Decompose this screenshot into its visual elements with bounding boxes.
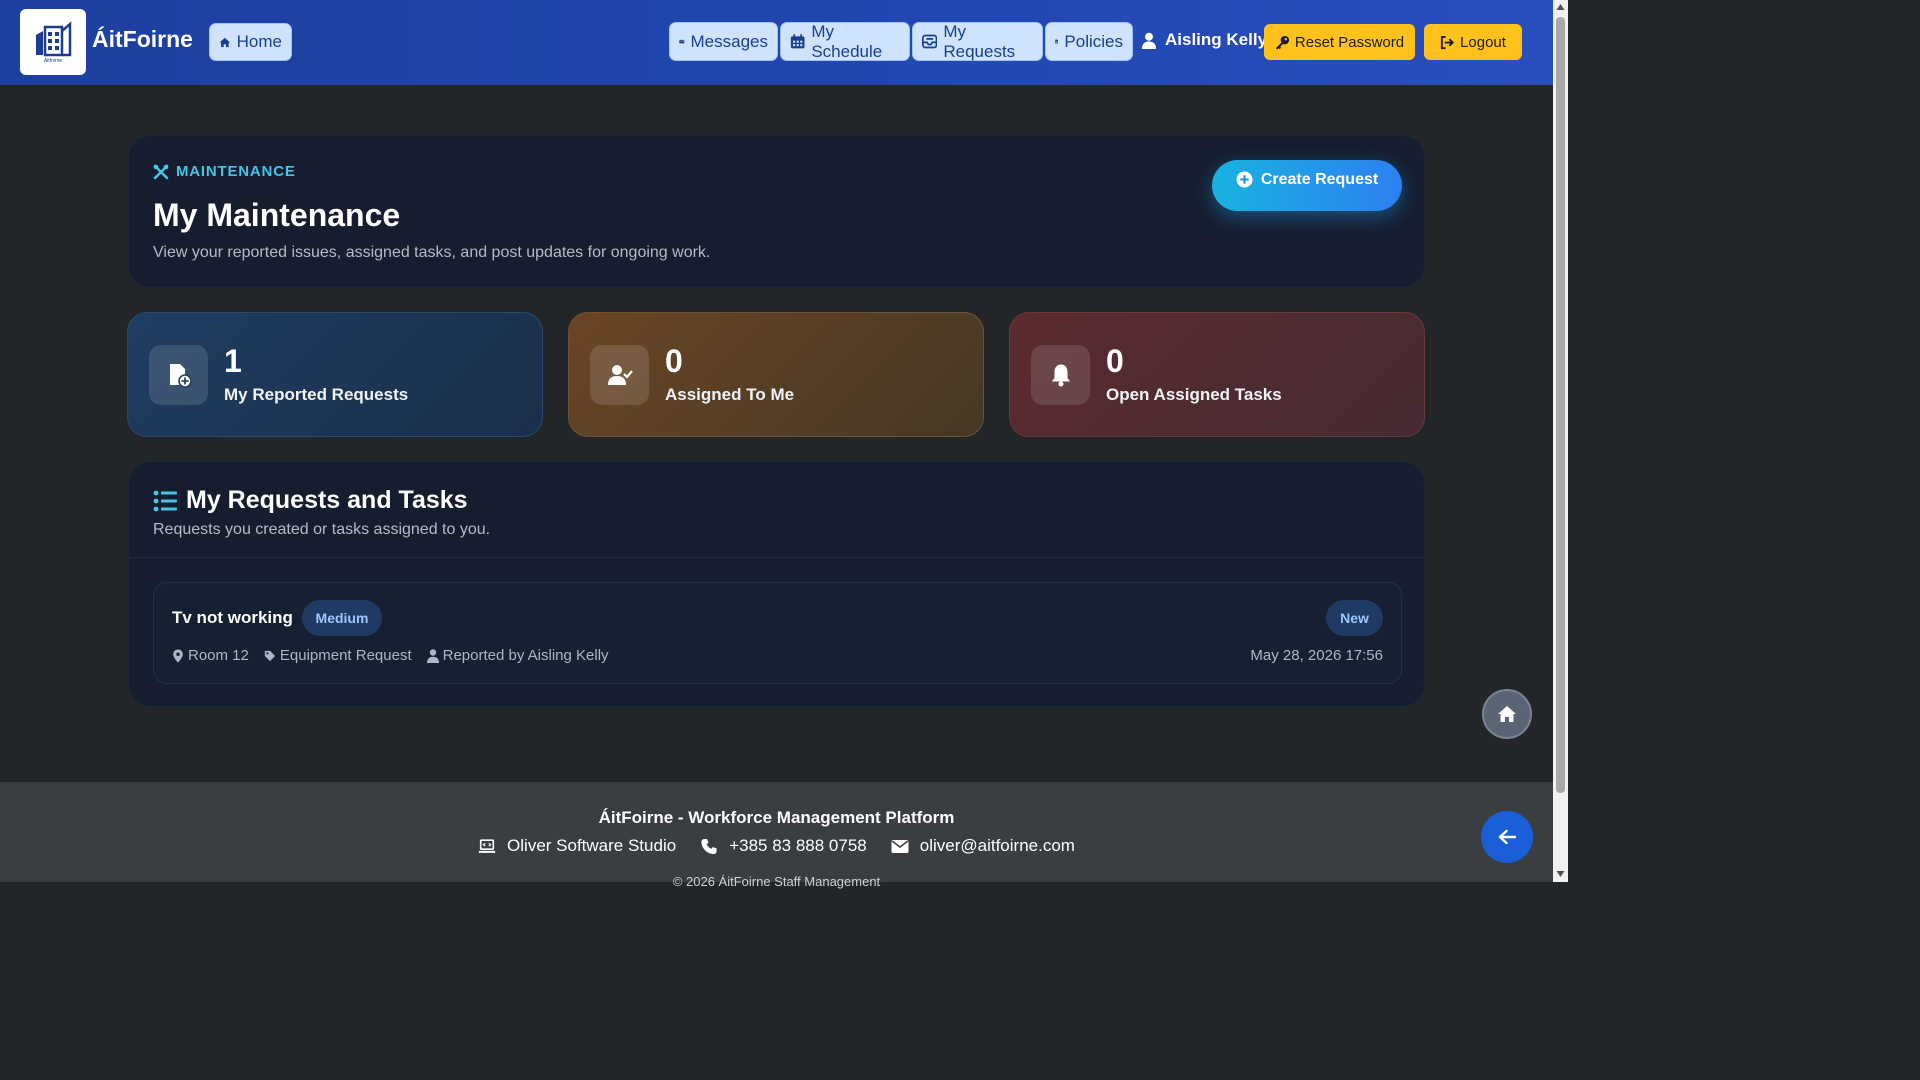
- logout-icon: [1440, 35, 1455, 49]
- scrollbar-thumb[interactable]: [1556, 17, 1565, 793]
- nav-requests-label: My Requests: [943, 21, 1016, 61]
- nav-home-button[interactable]: Home: [209, 23, 292, 61]
- scroll-down-arrow-icon[interactable]: [1556, 870, 1565, 878]
- user-icon: [426, 648, 439, 663]
- meta-category-label: Equipment Request: [279, 647, 412, 664]
- footer-company-label: Oliver Software Studio: [507, 836, 677, 855]
- section-eyebrow: MAINTENANCE: [153, 163, 296, 180]
- user-check-icon: [607, 365, 633, 385]
- nav-schedule-button[interactable]: My Schedule: [780, 22, 910, 61]
- stat-icon-box: [149, 345, 208, 405]
- logo[interactable]: Áitfoirne: [20, 9, 86, 75]
- stat-card-reported: 1 My Reported Requests: [127, 312, 543, 437]
- stat-value: 0: [665, 343, 683, 379]
- nav-messages-label: Messages: [690, 31, 768, 51]
- maintenance-header-card: MAINTENANCE My Maintenance View your rep…: [128, 135, 1425, 288]
- stat-icon-box: [590, 345, 649, 405]
- current-user[interactable]: Aisling Kelly: [1141, 30, 1267, 50]
- nav-requests-button[interactable]: My Requests: [912, 22, 1043, 61]
- reset-password-button[interactable]: Reset Password: [1264, 24, 1415, 60]
- logout-button[interactable]: Logout: [1424, 24, 1522, 60]
- footer-title: ÁitFoirne - Workforce Management Platfor…: [598, 808, 955, 827]
- nav-messages-button[interactable]: Messages: [669, 22, 778, 61]
- home-icon: [219, 37, 231, 47]
- tag-icon: [264, 650, 276, 661]
- status-badge: New: [1326, 600, 1383, 636]
- logout-label: Logout: [1460, 33, 1506, 51]
- stat-card-open-tasks: 0 Open Assigned Tasks: [1009, 312, 1425, 437]
- footer-phone[interactable]: +385 83 888 0758: [700, 836, 867, 856]
- inbox-icon: [922, 34, 938, 49]
- stat-value: 0: [1106, 343, 1124, 379]
- meta-reporter-label: Reported by Aisling Kelly: [442, 647, 609, 664]
- meta-location-label: Room 12: [188, 647, 249, 664]
- list-title-label: My Requests and Tasks: [186, 486, 468, 514]
- user-name-label: Aisling Kelly: [1165, 30, 1268, 49]
- envelope-icon: [891, 839, 909, 853]
- floating-back-button[interactable]: [1481, 811, 1533, 863]
- plus-circle-icon: [1236, 171, 1253, 188]
- list-icon: [153, 490, 177, 511]
- create-request-button[interactable]: Create Request: [1212, 160, 1402, 211]
- laptop-code-icon: [478, 838, 496, 853]
- priority-badge: Medium: [302, 600, 382, 636]
- reset-password-label: Reset Password: [1294, 33, 1405, 51]
- envelope-icon: [679, 39, 685, 44]
- divider: [129, 557, 1424, 558]
- floating-home-button[interactable]: [1482, 689, 1532, 739]
- footer-company: Oliver Software Studio: [478, 836, 676, 856]
- building-logo-icon: [36, 20, 72, 56]
- top-navbar: Áitfoirne ÁitFoirne Home Messages My Sch…: [0, 0, 1553, 85]
- user-icon: [1141, 32, 1157, 49]
- page-scrollbar[interactable]: [1553, 0, 1568, 882]
- bell-icon: [1051, 364, 1070, 387]
- nav-policies-label: Policies: [1064, 31, 1123, 51]
- page-footer: ÁitFoirne - Workforce Management Platfor…: [0, 782, 1553, 889]
- list-heading: My Requests and Tasks: [153, 486, 468, 515]
- footer-email-label: oliver@aitfoirne.com: [919, 836, 1075, 855]
- stat-label: My Reported Requests: [224, 385, 409, 404]
- meta-category: Equipment Request: [264, 647, 412, 664]
- request-title: Tv not working: [172, 608, 293, 627]
- request-meta: Room 12 Equipment Request Reported by Ai…: [172, 647, 624, 664]
- footer-contacts: Oliver Software Studio +385 83 888 0758 …: [0, 836, 1553, 856]
- map-pin-icon: [173, 648, 183, 663]
- stat-label: Assigned To Me: [665, 385, 795, 404]
- create-request-label: Create Request: [1260, 170, 1379, 188]
- requests-list-card: My Requests and Tasks Requests you creat…: [128, 461, 1425, 707]
- footer-phone-label: +385 83 888 0758: [729, 836, 867, 855]
- scroll-up-arrow-icon[interactable]: [1556, 3, 1565, 11]
- stat-label: Open Assigned Tasks: [1106, 385, 1282, 404]
- list-subtitle: Requests you created or tasks assigned t…: [153, 521, 491, 538]
- tools-icon: [153, 164, 169, 179]
- footer-email[interactable]: oliver@aitfoirne.com: [891, 836, 1075, 856]
- phone-icon: [701, 838, 717, 854]
- stat-value: 1: [224, 343, 242, 379]
- meta-location: Room 12: [172, 647, 249, 664]
- list-item[interactable]: Tv not working Medium New Room 12 Equipm…: [153, 582, 1402, 684]
- calendar-icon: [790, 34, 805, 49]
- stat-card-assigned: 0 Assigned To Me: [568, 312, 984, 437]
- eyebrow-label: MAINTENANCE: [176, 163, 296, 180]
- footer-copyright: © 2026 ÁitFoirne Staff Management: [672, 874, 881, 889]
- stat-icon-box: [1031, 345, 1090, 405]
- file-plus-icon: [169, 364, 192, 388]
- document-icon: [1055, 39, 1059, 44]
- key-icon: [1275, 35, 1289, 50]
- arrow-left-icon: [1498, 829, 1516, 845]
- page-title: My Maintenance: [153, 197, 401, 233]
- logo-caption: Áitfoirne: [43, 57, 63, 64]
- page-subtitle: View your reported issues, assigned task…: [153, 244, 711, 261]
- home-icon: [1498, 706, 1516, 722]
- brand-name[interactable]: ÁitFoirne: [92, 26, 193, 53]
- nav-home-label: Home: [236, 32, 282, 51]
- meta-reporter: Reported by Aisling Kelly: [426, 647, 609, 664]
- nav-schedule-label: My Schedule: [811, 21, 883, 61]
- nav-policies-button[interactable]: Policies: [1045, 22, 1133, 61]
- request-date: May 28, 2026 17:56: [1250, 647, 1383, 664]
